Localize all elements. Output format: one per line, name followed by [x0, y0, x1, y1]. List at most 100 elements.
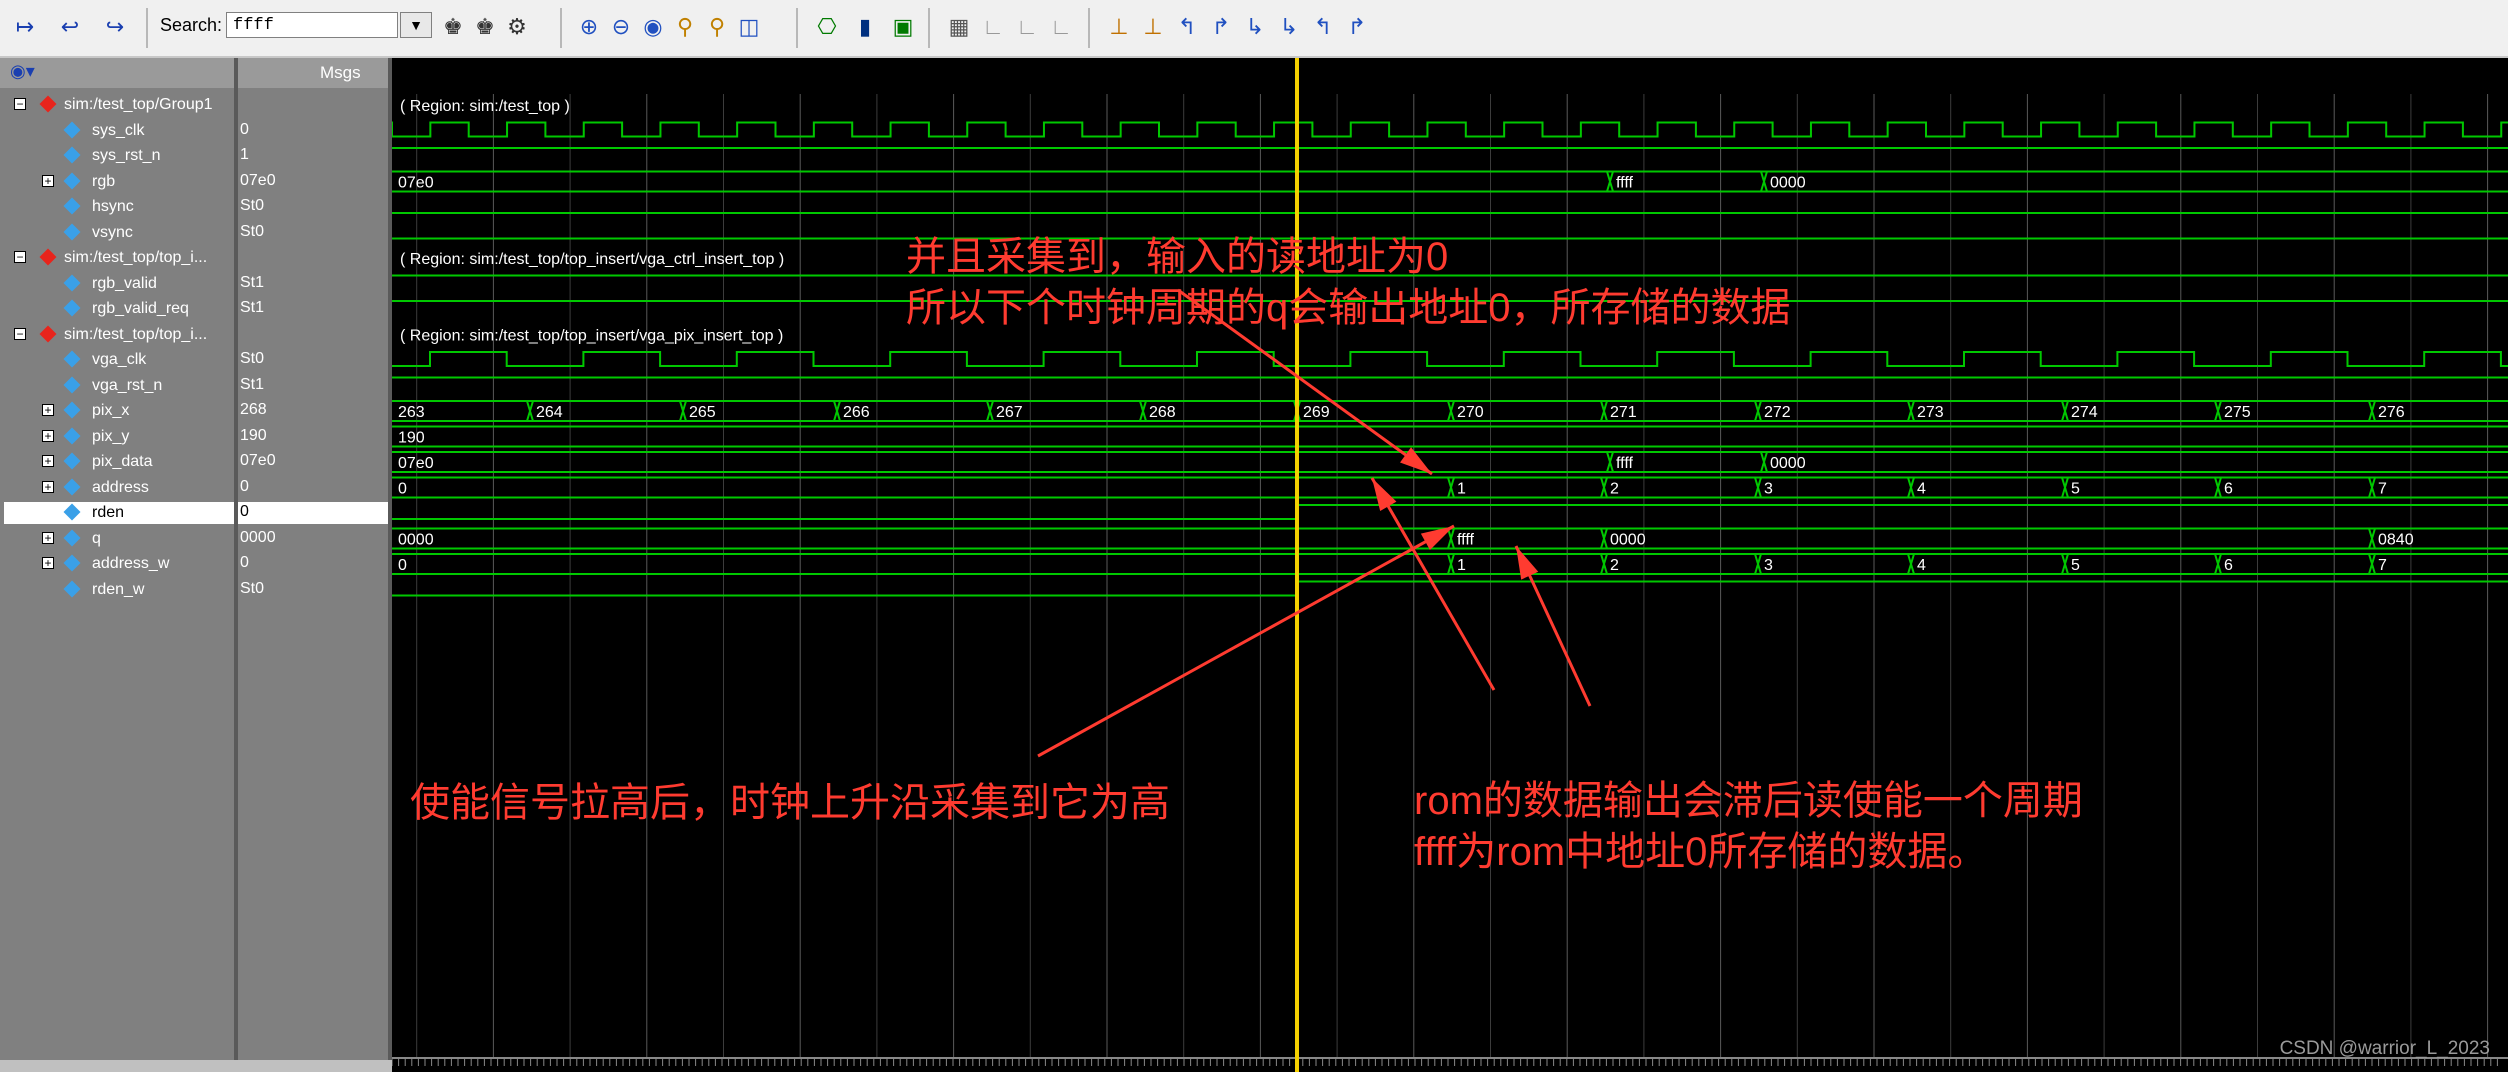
- collapse-icon[interactable]: −: [14, 98, 26, 110]
- signal-row[interactable]: sys_rst_n: [0, 144, 234, 169]
- bus-value-label: 271: [1610, 404, 1637, 421]
- signal-name: rden: [92, 504, 125, 521]
- waveform-canvas[interactable]: ( Region: sim:/test_top ) ( Region: sim:/…: [392, 58, 2508, 1072]
- signal-row[interactable]: vsync: [0, 221, 234, 246]
- signal-name: vga_rst_n: [92, 376, 163, 394]
- zoom-in-icon[interactable]: ⊕: [574, 12, 604, 42]
- bus-value-label: 0000: [1770, 455, 1806, 472]
- expand-icon[interactable]: +: [42, 480, 54, 493]
- signal-group-row[interactable]: − sim:/test_top/Group1: [0, 93, 234, 118]
- signal-value: St1: [240, 273, 265, 291]
- toolbar: ↦ ↩ ↪ Search: ▼ ♚ ♚ ⚙ ⊕ ⊖ ◉ ⚲ ⚲ ◫ ⎔ ▮ ▣ …: [0, 0, 2508, 58]
- search-options-icon[interactable]: ⚙: [502, 12, 532, 42]
- expand-icon[interactable]: +: [42, 429, 54, 442]
- step-in-icon[interactable]: ↦: [10, 12, 40, 42]
- signal-group-row[interactable]: − sim:/test_top/top_i...: [0, 323, 234, 348]
- bus-value-label: ffff: [1616, 455, 1633, 472]
- wave-solid-icon[interactable]: ▣: [888, 12, 918, 42]
- bus-value-label: 1: [1457, 557, 1466, 574]
- edge-next-icon[interactable]: ↳: [1240, 12, 1270, 42]
- signal-row[interactable]: + pix_x: [0, 399, 234, 424]
- signal-row[interactable]: + rgb: [0, 170, 234, 195]
- edge-search-icon[interactable]: ↱: [1342, 12, 1372, 42]
- signal-group-row[interactable]: − sim:/test_top/top_i...: [0, 246, 234, 271]
- zoom-range-icon[interactable]: ◫: [734, 12, 764, 42]
- bus-value-label: 0840: [2378, 532, 2414, 549]
- signal-value: 0000: [240, 528, 276, 546]
- edge-last-icon[interactable]: ↳: [1274, 12, 1304, 42]
- bus-value-label: 270: [1457, 404, 1484, 421]
- expand-icon[interactable]: +: [42, 455, 54, 467]
- toolbar-separator: [1088, 8, 1090, 48]
- edge-any-icon[interactable]: ↰: [1308, 12, 1338, 42]
- signal-row[interactable]: + pix_y: [0, 425, 234, 450]
- expand-icon[interactable]: +: [42, 174, 54, 187]
- bus-value-label: 4: [1917, 557, 1926, 574]
- bus-value-label: ffff: [1457, 532, 1474, 549]
- signal-row[interactable]: rgb_valid_req: [0, 297, 234, 322]
- edge-falling-icon[interactable]: ↱: [1206, 12, 1236, 42]
- signal-name: pix_x: [92, 402, 130, 419]
- bus-value-label: 0000: [398, 532, 434, 549]
- zoom-out-icon[interactable]: ⊖: [606, 12, 636, 42]
- zoom-full-icon[interactable]: ◉: [638, 12, 668, 42]
- wave-edge-icon[interactable]: ⎔: [812, 12, 842, 42]
- find-previous-icon[interactable]: ♚: [438, 12, 468, 42]
- edge-rising-icon[interactable]: ↰: [1172, 12, 1202, 42]
- signal-row[interactable]: vga_clk: [0, 348, 234, 373]
- signal-icon: [63, 197, 81, 215]
- wave-analog2-icon[interactable]: ∟: [1046, 12, 1076, 42]
- signal-row[interactable]: + pix_data: [0, 450, 234, 475]
- bus-value-label: 275: [2224, 404, 2251, 421]
- signal-row[interactable]: rden_w: [0, 578, 234, 603]
- bus-value-label: 265: [689, 404, 716, 421]
- signal-row[interactable]: + address: [0, 476, 234, 501]
- palette-icon[interactable]: ◉▾: [10, 61, 35, 82]
- wave-fill-icon[interactable]: ▮: [850, 12, 880, 42]
- signal-row[interactable]: rden: [0, 501, 234, 526]
- signal-row[interactable]: vga_rst_n: [0, 374, 234, 399]
- column-splitter[interactable]: [234, 58, 238, 1072]
- signal-row[interactable]: rgb_valid: [0, 272, 234, 297]
- edge-first-icon[interactable]: ⊥: [1104, 12, 1134, 42]
- signal-value: 268: [240, 401, 267, 418]
- region-label: ( Region: sim:/test_top/top_insert/vga_p…: [400, 328, 783, 345]
- signal-icon: [63, 529, 81, 546]
- expand-icon[interactable]: +: [42, 531, 54, 544]
- signal-row[interactable]: + address_w: [0, 552, 234, 577]
- search-dropdown-button[interactable]: ▼: [400, 12, 432, 38]
- wave-step-icon[interactable]: ∟: [978, 12, 1008, 42]
- edge-prev-icon[interactable]: ⊥: [1138, 12, 1168, 42]
- annotation-right-line1: rom的数据输出会滞后读使能一个周期: [1414, 779, 2083, 823]
- bus-value-label: 7: [2378, 481, 2387, 498]
- bus-value-label: 0: [398, 557, 407, 574]
- signal-name: hsync: [92, 198, 134, 215]
- signal-value: 0: [240, 477, 249, 495]
- signal-name: address_w: [92, 555, 170, 572]
- signal-row[interactable]: + q: [0, 527, 234, 552]
- signal-row[interactable]: sys_clk: [0, 119, 234, 144]
- find-next-icon[interactable]: ♚: [470, 12, 500, 42]
- signal-value: St1: [240, 299, 265, 316]
- zoom-cursor-icon[interactable]: ⚲: [670, 12, 700, 42]
- signal-icon: [63, 478, 81, 495]
- bus-value-label: 7: [2378, 557, 2387, 574]
- step-over-icon[interactable]: ↪: [100, 12, 130, 42]
- signal-icon: [63, 580, 81, 597]
- signal-value: 0: [240, 503, 249, 520]
- collapse-icon[interactable]: −: [14, 327, 26, 340]
- collapse-icon[interactable]: −: [14, 251, 26, 263]
- step-out-icon[interactable]: ↩: [55, 12, 85, 42]
- expand-icon[interactable]: +: [42, 557, 54, 569]
- wave-analog-icon[interactable]: ∟: [1012, 12, 1042, 42]
- wave-style-icon[interactable]: ▦: [944, 12, 974, 42]
- toolbar-separator: [560, 8, 562, 48]
- signal-name: sys_clk: [92, 121, 145, 139]
- signal-name: vga_clk: [92, 351, 147, 368]
- bus-value-label: 6: [2224, 481, 2233, 498]
- expand-icon[interactable]: +: [42, 404, 54, 416]
- group-icon: [39, 248, 57, 266]
- zoom-last-icon[interactable]: ⚲: [702, 12, 732, 42]
- signal-row[interactable]: hsync: [0, 195, 234, 220]
- search-input[interactable]: [226, 12, 398, 38]
